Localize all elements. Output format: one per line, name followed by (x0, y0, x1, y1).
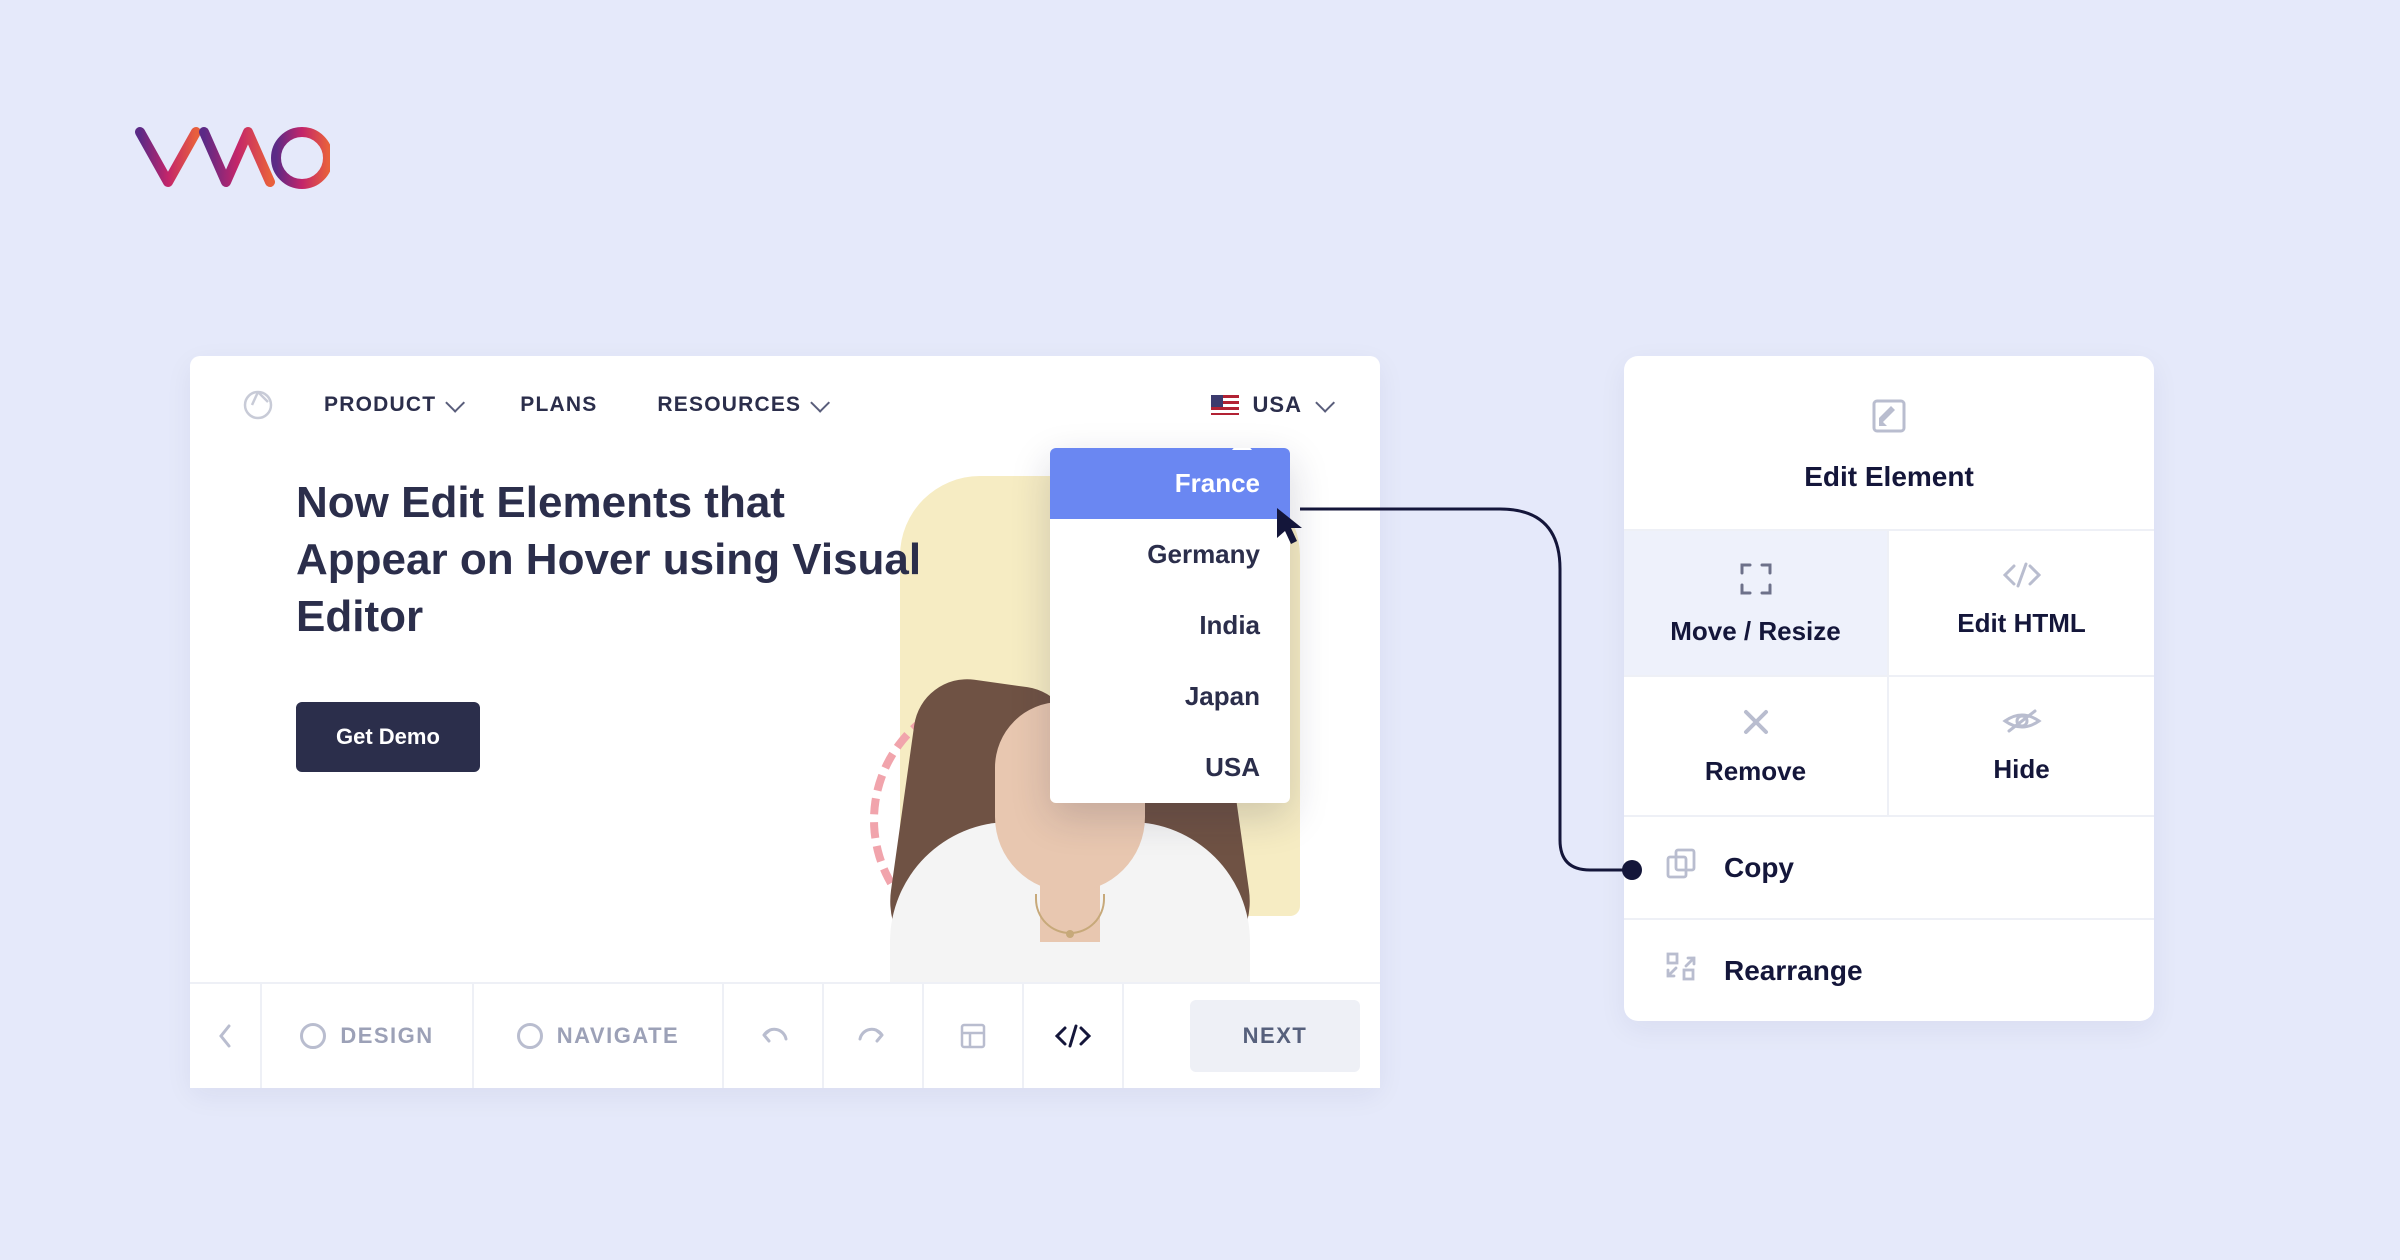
radio-icon (517, 1023, 543, 1049)
ctx-remove[interactable]: Remove (1624, 677, 1889, 815)
editor-toolbar: DESIGN NAVIGATE NEXT (190, 982, 1380, 1088)
get-demo-button[interactable]: Get Demo (296, 702, 480, 772)
cursor-pointer-icon (1274, 506, 1310, 551)
hero-headline: Now Edit Elements that Appear on Hover u… (296, 474, 936, 646)
site-logo-icon (240, 385, 276, 426)
move-resize-icon (1738, 561, 1774, 602)
ctx-move-resize[interactable]: Move / Resize (1624, 531, 1889, 675)
cta-label: Get Demo (336, 724, 440, 749)
edit-icon (1869, 396, 1909, 441)
copy-icon (1664, 847, 1698, 888)
ctx-hide-label: Hide (1993, 754, 2049, 785)
nav-product[interactable]: PRODUCT (324, 393, 460, 417)
toolbar-navigate-label: NAVIGATE (557, 1023, 679, 1049)
dropdown-item-label: Germany (1147, 539, 1260, 569)
nav-resources-label: RESOURCES (657, 393, 801, 417)
country-dropdown: France Germany India Japan USA (1050, 448, 1290, 803)
dropdown-item-japan[interactable]: Japan (1050, 661, 1290, 732)
hide-icon (2001, 707, 2043, 740)
toolbar-structure[interactable] (924, 984, 1024, 1088)
nav-resources[interactable]: RESOURCES (657, 393, 825, 417)
ctx-edit-element-label: Edit Element (1804, 461, 1974, 493)
nav-plans[interactable]: PLANS (520, 393, 597, 417)
vwo-logo (130, 120, 330, 205)
dropdown-item-usa[interactable]: USA (1050, 732, 1290, 803)
toolbar-next-label: NEXT (1243, 1023, 1308, 1049)
ctx-edit-html-label: Edit HTML (1957, 608, 2086, 639)
toolbar-next-button[interactable]: NEXT (1190, 1000, 1360, 1072)
toolbar-code[interactable] (1024, 984, 1124, 1088)
toolbar-redo[interactable] (824, 984, 924, 1088)
country-selector[interactable]: USA (1211, 392, 1330, 418)
toolbar-back[interactable] (190, 984, 262, 1088)
toolbar-undo[interactable] (724, 984, 824, 1088)
country-label: USA (1253, 392, 1302, 418)
redo-icon (856, 1025, 890, 1047)
rearrange-icon (1664, 950, 1698, 991)
nav-plans-label: PLANS (520, 393, 597, 417)
edit-html-icon (2000, 561, 2044, 594)
ctx-hide[interactable]: Hide (1889, 677, 2154, 815)
ctx-move-resize-label: Move / Resize (1670, 616, 1841, 647)
chevron-down-icon (1315, 393, 1335, 413)
remove-icon (1741, 707, 1771, 742)
editor-preview-card: PRODUCT PLANS RESOURCES USA Now Edit Ele… (190, 356, 1380, 1088)
toolbar-design-mode[interactable]: DESIGN (262, 984, 474, 1088)
nav-product-label: PRODUCT (324, 393, 436, 417)
ctx-rearrange-label: Rearrange (1724, 955, 1863, 987)
chevron-left-icon (217, 1022, 233, 1050)
ctx-edit-html[interactable]: Edit HTML (1889, 531, 2154, 675)
chevron-down-icon (810, 393, 830, 413)
ctx-rearrange[interactable]: Rearrange (1624, 920, 2154, 1021)
ctx-copy[interactable]: Copy (1624, 817, 2154, 920)
radio-icon (300, 1023, 326, 1049)
dropdown-item-label: India (1199, 610, 1260, 640)
toolbar-design-label: DESIGN (340, 1023, 433, 1049)
code-icon (1053, 1024, 1093, 1048)
toolbar-spacer (1124, 984, 1190, 1088)
chevron-down-icon (445, 393, 465, 413)
preview-topnav: PRODUCT PLANS RESOURCES USA (190, 356, 1380, 454)
dropdown-item-germany[interactable]: Germany (1050, 519, 1290, 590)
dropdown-item-france[interactable]: France (1050, 448, 1290, 519)
layout-icon (960, 1023, 986, 1049)
ctx-edit-element[interactable]: Edit Element (1624, 356, 2154, 531)
toolbar-navigate-mode[interactable]: NAVIGATE (474, 984, 724, 1088)
dropdown-item-india[interactable]: India (1050, 590, 1290, 661)
ctx-remove-label: Remove (1705, 756, 1806, 787)
dropdown-item-label: USA (1205, 752, 1260, 782)
undo-icon (756, 1025, 790, 1047)
dropdown-item-label: Japan (1185, 681, 1260, 711)
flag-us-icon (1211, 395, 1239, 415)
ctx-copy-label: Copy (1724, 852, 1794, 884)
dropdown-item-label: France (1175, 468, 1260, 498)
context-menu-panel: Edit Element Move / Resize Edit HTML Rem… (1624, 356, 2154, 1021)
